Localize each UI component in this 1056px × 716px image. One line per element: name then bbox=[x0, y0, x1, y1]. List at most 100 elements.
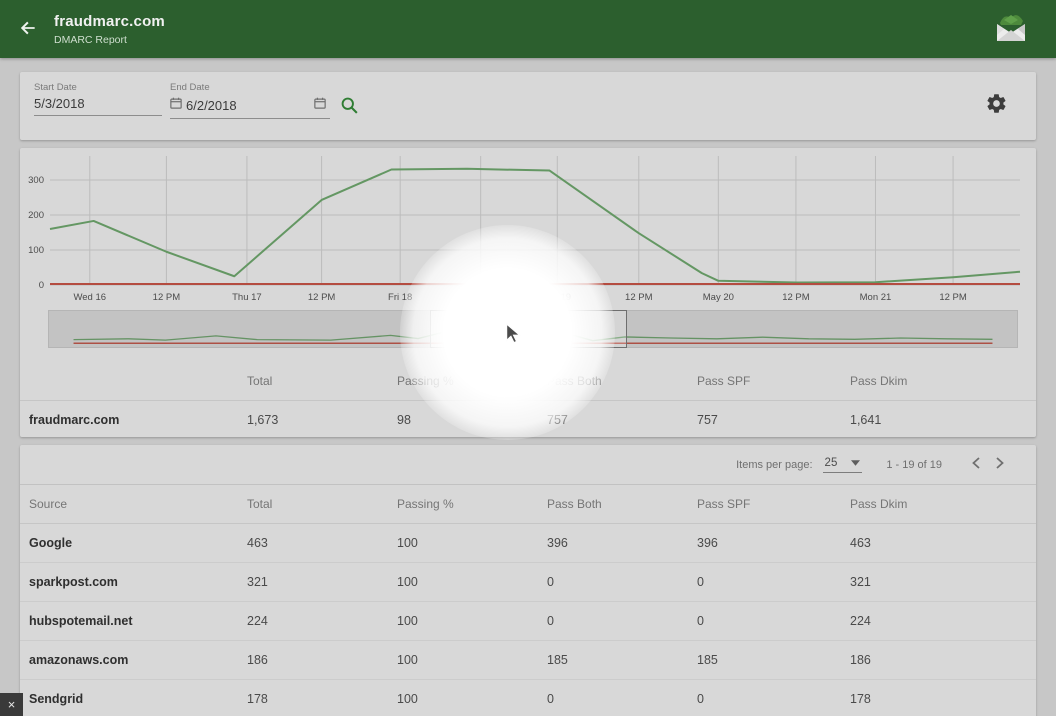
column-header: Pass Both bbox=[547, 485, 697, 523]
svg-text:100: 100 bbox=[28, 245, 44, 256]
envelope-logo-icon bbox=[992, 11, 1030, 48]
row-value: 186 bbox=[850, 640, 1036, 679]
svg-text:Mon 21: Mon 21 bbox=[860, 292, 892, 303]
row-value: 757 bbox=[547, 400, 697, 439]
svg-text:12 PM: 12 PM bbox=[782, 292, 810, 303]
source-row[interactable]: Sendgrid17810000178 bbox=[20, 679, 1036, 716]
search-icon bbox=[340, 96, 359, 118]
chart-brush bbox=[48, 310, 1018, 352]
header-titles: fraudmarc.com DMARC Report bbox=[54, 13, 165, 46]
paginator: Items per page: 25 1 - 19 of 19 bbox=[20, 445, 1036, 485]
row-label: hubspotemail.net bbox=[20, 601, 247, 640]
row-label: Sendgrid bbox=[20, 679, 247, 716]
start-date-label: Start Date bbox=[34, 82, 162, 93]
page-range-label: 1 - 19 of 19 bbox=[886, 459, 942, 471]
row-value: 396 bbox=[547, 523, 697, 562]
row-value: 0 bbox=[547, 679, 697, 716]
chevron-right-icon bbox=[996, 457, 1004, 472]
chevron-left-icon bbox=[972, 457, 980, 472]
row-value: 0 bbox=[697, 601, 850, 640]
row-label: fraudmarc.com bbox=[20, 400, 247, 439]
column-header: Pass Dkim bbox=[850, 362, 1036, 400]
row-value: 1,641 bbox=[850, 400, 1036, 439]
calendar-picker-icon[interactable] bbox=[314, 96, 326, 114]
row-value: 185 bbox=[547, 640, 697, 679]
column-header bbox=[20, 362, 247, 400]
row-value: 178 bbox=[850, 679, 1036, 716]
gear-icon bbox=[985, 92, 1008, 118]
close-overlay-button[interactable]: × bbox=[0, 693, 23, 716]
row-value: 1,673 bbox=[247, 400, 397, 439]
summary-table: TotalPassing %Pass BothPass SPFPass Dkim… bbox=[20, 362, 1036, 439]
back-button[interactable] bbox=[8, 9, 48, 49]
back-arrow-icon bbox=[18, 18, 38, 41]
row-value: 100 bbox=[397, 679, 547, 716]
svg-text:Sat 19: Sat 19 bbox=[544, 292, 571, 303]
app-header: fraudmarc.com DMARC Report bbox=[0, 0, 1056, 58]
date-toolbar: Start Date End Date bbox=[20, 72, 1036, 140]
page-subtitle: DMARC Report bbox=[54, 34, 165, 46]
row-value: 178 bbox=[247, 679, 397, 716]
main-chart: Wed 16 12 PM Thu 17 12 PM Fri 18 12 PM Sat 19 1… bbox=[20, 148, 1036, 308]
previous-page-button[interactable] bbox=[964, 453, 988, 476]
source-row[interactable]: hubspotemail.net22410000224 bbox=[20, 601, 1036, 640]
chevron-down-icon bbox=[851, 457, 860, 469]
svg-text:12 PM: 12 PM bbox=[939, 292, 967, 303]
row-value: 224 bbox=[247, 601, 397, 640]
column-header: Total bbox=[247, 485, 397, 523]
next-page-button[interactable] bbox=[988, 453, 1012, 476]
row-value: 186 bbox=[247, 640, 397, 679]
row-value: 463 bbox=[850, 523, 1036, 562]
svg-text:Wed 16: Wed 16 bbox=[73, 292, 106, 303]
row-value: 463 bbox=[247, 523, 397, 562]
search-button[interactable] bbox=[340, 96, 359, 118]
svg-text:12 PM: 12 PM bbox=[625, 292, 653, 303]
column-header: Pass Both bbox=[547, 362, 697, 400]
settings-button[interactable] bbox=[985, 92, 1008, 118]
sources-card: Items per page: 25 1 - 19 of 19 SourceTo… bbox=[20, 445, 1036, 716]
row-value: 396 bbox=[697, 523, 850, 562]
row-label: Google bbox=[20, 523, 247, 562]
column-header: Pass SPF bbox=[697, 362, 850, 400]
summary-row[interactable]: fraudmarc.com1,673987577571,641 bbox=[20, 400, 1036, 439]
svg-text:Fri 18: Fri 18 bbox=[388, 292, 412, 303]
row-value: 321 bbox=[850, 562, 1036, 601]
svg-text:Thu 17: Thu 17 bbox=[232, 292, 262, 303]
row-label: sparkpost.com bbox=[20, 562, 247, 601]
end-date-input[interactable] bbox=[186, 98, 278, 113]
svg-text:0: 0 bbox=[39, 280, 44, 291]
items-per-page-select[interactable]: 25 bbox=[823, 457, 863, 473]
column-header: Pass SPF bbox=[697, 485, 850, 523]
row-value: 98 bbox=[397, 400, 547, 439]
row-value: 185 bbox=[697, 640, 850, 679]
row-value: 100 bbox=[397, 640, 547, 679]
end-date-label: End Date bbox=[170, 82, 330, 93]
row-value: 100 bbox=[397, 523, 547, 562]
row-value: 0 bbox=[697, 562, 850, 601]
items-per-page-value: 25 bbox=[825, 457, 838, 469]
row-value: 0 bbox=[697, 679, 850, 716]
page-title: fraudmarc.com bbox=[54, 13, 165, 30]
items-per-page-label: Items per page: bbox=[736, 459, 812, 471]
svg-text:300: 300 bbox=[28, 175, 44, 186]
source-row[interactable]: amazonaws.com186100185185186 bbox=[20, 640, 1036, 679]
row-value: 321 bbox=[247, 562, 397, 601]
column-header: Total bbox=[247, 362, 397, 400]
column-header: Pass Dkim bbox=[850, 485, 1036, 523]
svg-text:200: 200 bbox=[28, 210, 44, 221]
source-row[interactable]: sparkpost.com32110000321 bbox=[20, 562, 1036, 601]
source-table: SourceTotalPassing %Pass BothPass SPFPas… bbox=[20, 485, 1036, 716]
brush-selection-handle[interactable] bbox=[430, 310, 627, 348]
chart-card: Wed 16 12 PM Thu 17 12 PM Fri 18 12 PM Sat 19 1… bbox=[20, 148, 1036, 437]
source-row[interactable]: Google463100396396463 bbox=[20, 523, 1036, 562]
column-header: Source bbox=[20, 485, 247, 523]
row-label: amazonaws.com bbox=[20, 640, 247, 679]
svg-text:May 20: May 20 bbox=[703, 292, 734, 303]
svg-text:12 PM: 12 PM bbox=[467, 292, 495, 303]
svg-text:12 PM: 12 PM bbox=[153, 292, 181, 303]
start-date-field: Start Date bbox=[34, 82, 162, 116]
row-value: 100 bbox=[397, 601, 547, 640]
column-header: Passing % bbox=[397, 485, 547, 523]
row-value: 224 bbox=[850, 601, 1036, 640]
row-value: 100 bbox=[397, 562, 547, 601]
